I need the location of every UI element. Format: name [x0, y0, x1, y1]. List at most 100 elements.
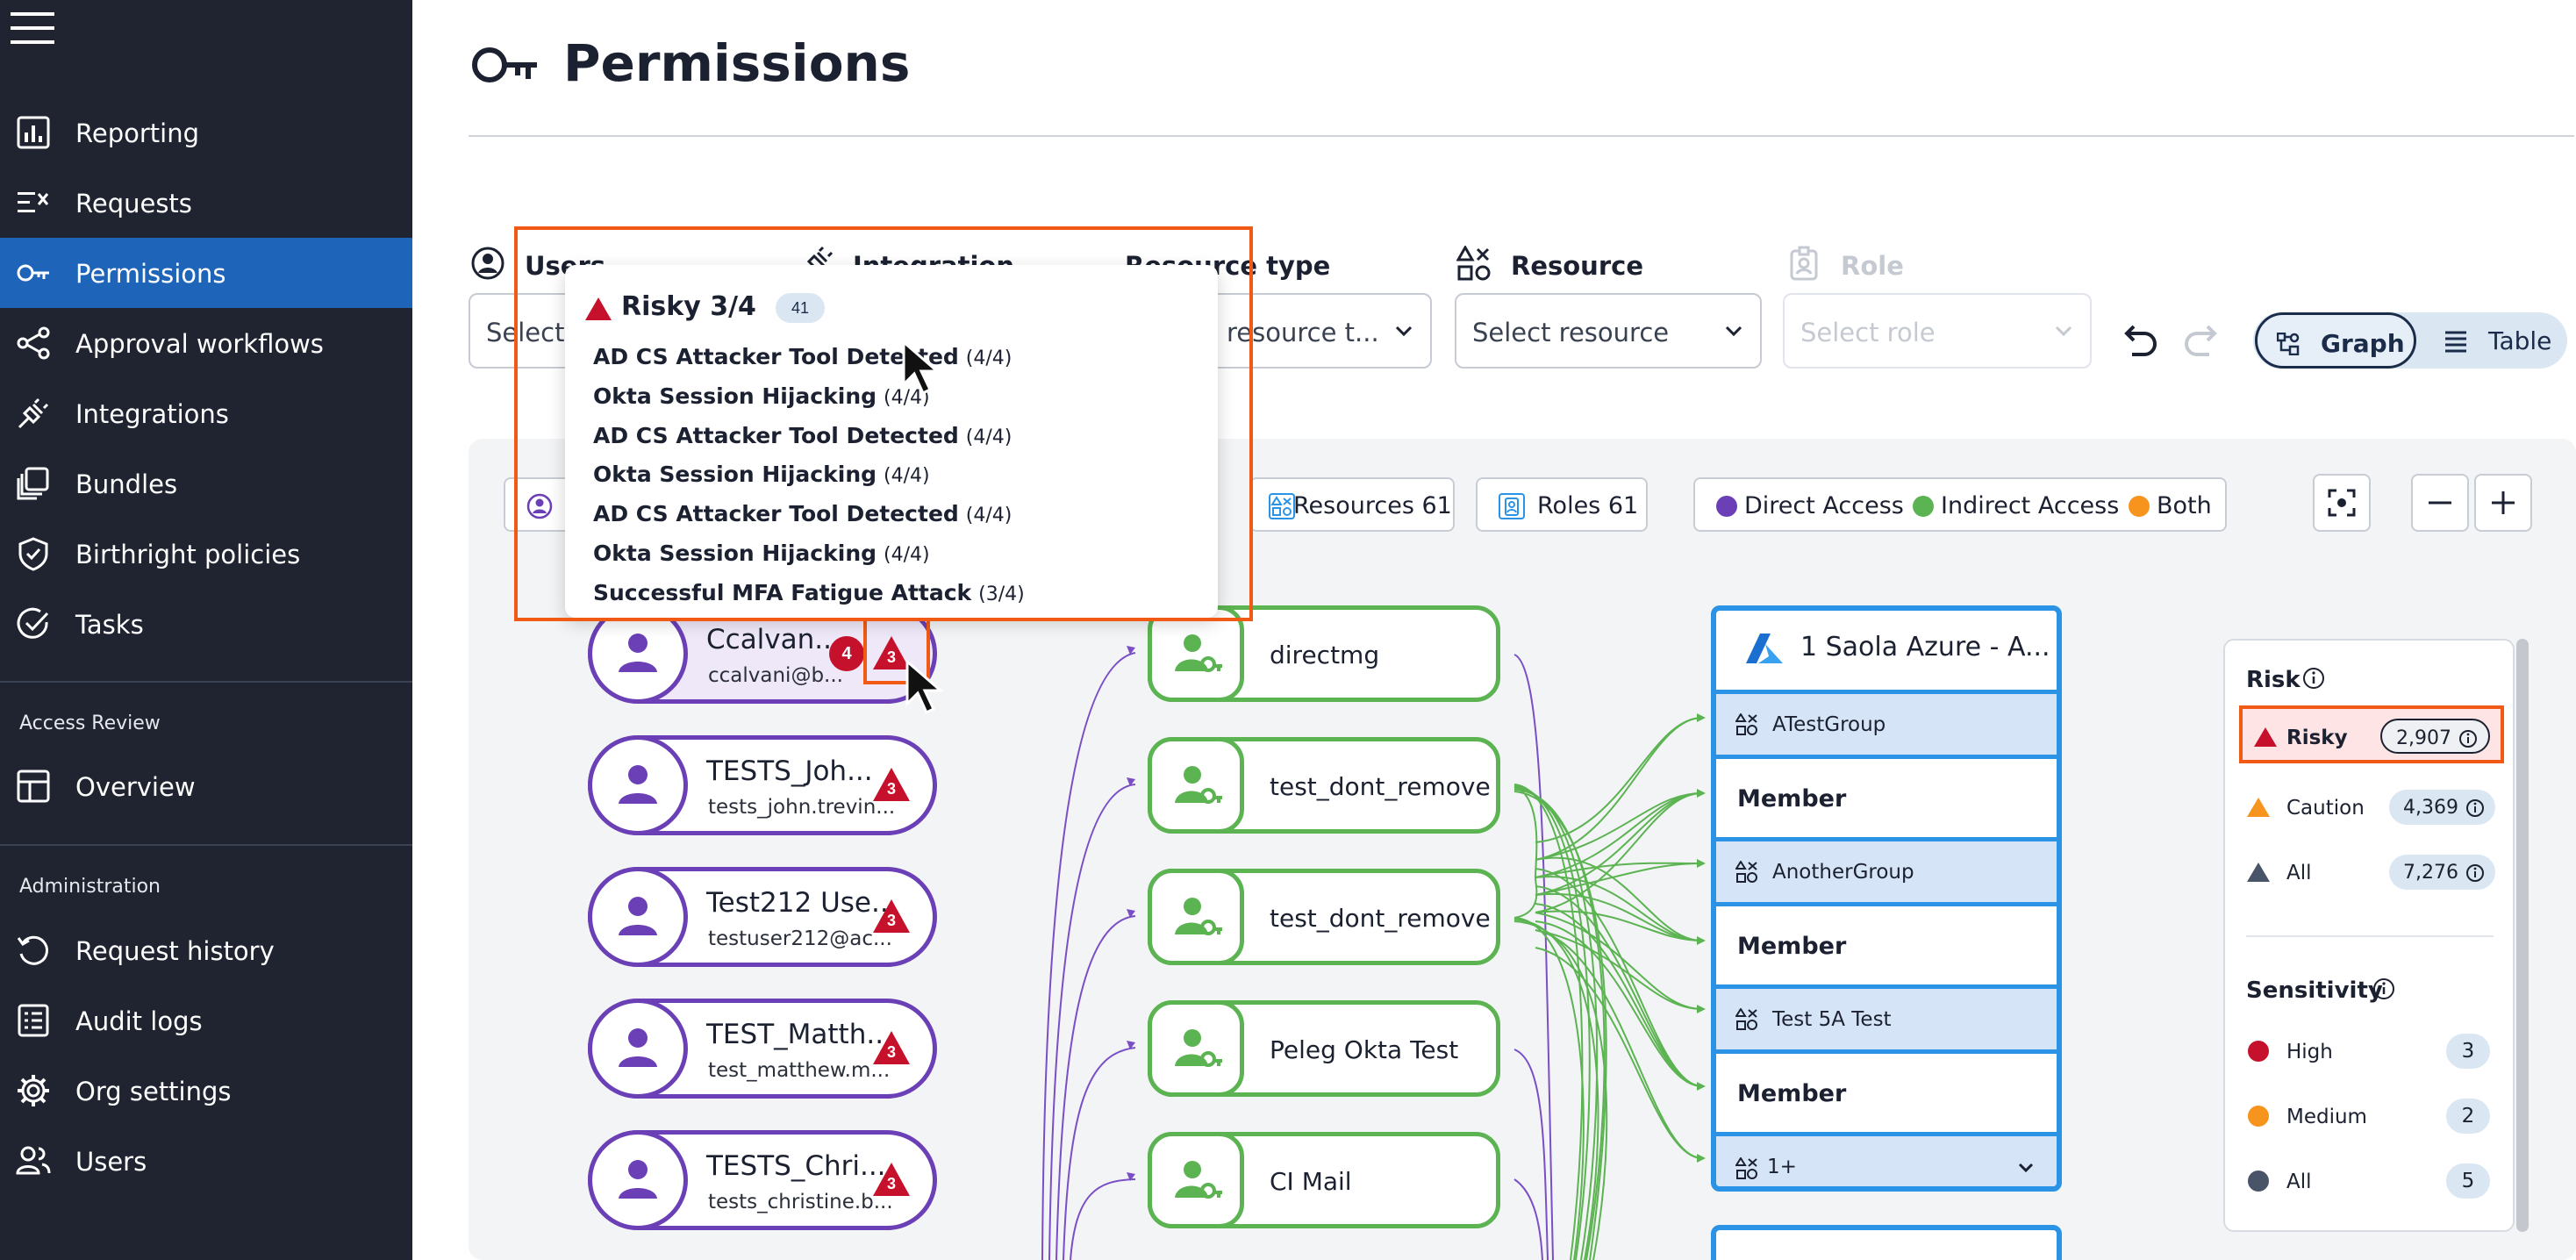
mouse-cursor-icon [902, 340, 941, 396]
all-triangle-icon [2247, 863, 2270, 882]
risk-count: 3 [886, 1175, 896, 1192]
caution-triangle-icon [2247, 798, 2270, 817]
sensitivity-dot-medium [2248, 1106, 2269, 1127]
panel-scrollbar[interactable] [2516, 639, 2529, 1232]
risk-filter-count-value: 4,369 [2403, 797, 2458, 819]
resource-more-label: 1+ [1767, 1156, 1797, 1178]
info-icon[interactable] [2372, 977, 2395, 1000]
user-avatar [588, 1130, 688, 1230]
resource-type-icon [1735, 1157, 1757, 1179]
resource-type-icon [1735, 861, 1757, 883]
user-email: test_matthew.m... [708, 1059, 891, 1082]
resource-role-name: Member [1737, 1080, 1847, 1107]
user-name: Ccalvan... [706, 624, 841, 655]
risk-filter-label: All [2286, 862, 2312, 884]
resource-card[interactable] [1711, 1225, 2062, 1260]
group-name: directmg [1270, 641, 1380, 669]
risk-count: 3 [886, 780, 896, 798]
risk-filter-all[interactable]: All 7,276 [2246, 851, 2501, 893]
resource-group-row[interactable]: AnotherGroup [1716, 837, 2057, 902]
group-name: CI Mail [1270, 1167, 1352, 1196]
resource-group-name: ATestGroup [1772, 713, 1886, 736]
resource-group-name: Test 5A Test [1772, 1008, 1892, 1031]
group-name: Peleg Okta Test [1270, 1035, 1459, 1064]
info-icon [2459, 730, 2477, 748]
group-node[interactable]: Peleg Okta Test [1148, 1000, 1500, 1097]
highlight-box [514, 226, 1253, 621]
user-avatar [588, 867, 688, 967]
group-node[interactable]: test_dont_remove [1148, 869, 1500, 965]
user-icon [619, 897, 657, 935]
resource-card[interactable]: 1 Saola Azure - A... ATestGroup Member A… [1711, 605, 2062, 1192]
risk-filter-count-value: 7,276 [2403, 862, 2458, 884]
risk-filter-count-value: 2,907 [2396, 727, 2451, 749]
risk-filter-label: Risky [2286, 727, 2348, 749]
user-icon [619, 634, 657, 672]
user-icon [619, 765, 657, 804]
user-key-icon [1175, 898, 1222, 935]
user-node[interactable]: Test212 Use... testuser212@ac... 3 [588, 867, 937, 967]
user-email: ccalvani@b... [708, 664, 843, 687]
user-name: Test212 Use... [706, 887, 898, 919]
resource-card-header: 1 Saola Azure - A... [1716, 611, 2057, 690]
resource-type-icon [1735, 1008, 1757, 1030]
user-email: tests_christine.b... [708, 1191, 893, 1213]
risk-warning-icon[interactable]: 3 [871, 898, 912, 934]
risk-title: Risk [2246, 667, 2301, 693]
resource-role-row[interactable]: Member [1716, 1049, 2057, 1132]
resource-group-row[interactable]: ATestGroup [1716, 690, 2057, 755]
user-key-icon [1175, 634, 1222, 672]
user-node[interactable]: TESTS_Joh... tests_john.trevin... 3 [588, 735, 937, 835]
group-avatar [1148, 1132, 1244, 1228]
resource-more-row[interactable]: 1+ [1716, 1132, 2057, 1186]
info-icon [2466, 799, 2484, 817]
user-name: TESTS_Chri... [706, 1150, 886, 1182]
resource-group-name: AnotherGroup [1772, 861, 1914, 884]
user-key-icon [1175, 1161, 1222, 1199]
risk-warning-icon[interactable]: 3 [871, 1029, 912, 1066]
sensitivity-count: 3 [2446, 1034, 2490, 1069]
user-node[interactable]: TESTS_Chri... tests_christine.b... 3 [588, 1130, 937, 1230]
resource-title: 1 Saola Azure - A... [1800, 632, 2050, 662]
user-node[interactable]: TEST_Matth... test_matthew.m... 3 [588, 999, 937, 1099]
risk-filter-label: Caution [2286, 797, 2365, 820]
risk-filter-risky[interactable]: Risky 2,907 [2239, 705, 2504, 763]
group-name: test_dont_remove [1270, 772, 1491, 801]
sensitivity-label: All [2286, 1171, 2312, 1193]
resource-type-icon [1735, 713, 1757, 735]
sensitivity-count: 2 [2446, 1099, 2490, 1134]
group-node[interactable]: test_dont_remove [1148, 737, 1500, 834]
risk-triangle-icon [2254, 727, 2277, 747]
info-icon[interactable] [2302, 667, 2325, 690]
group-avatar [1148, 869, 1244, 965]
risk-filter-count: 4,369 [2389, 790, 2495, 825]
azure-logo-icon [1746, 634, 1783, 663]
alert-count-badge[interactable]: 4 [829, 636, 864, 671]
group-avatar [1148, 1000, 1244, 1097]
resource-role-row[interactable]: Member [1716, 755, 2057, 837]
user-name: TESTS_Joh... [706, 755, 873, 787]
sensitivity-count: 5 [2446, 1163, 2490, 1199]
user-key-icon [1175, 766, 1222, 804]
user-avatar [588, 999, 688, 1099]
risk-filter-caution[interactable]: Caution 4,369 [2246, 786, 2501, 828]
sensitivity-filter-all[interactable]: All 5 [2246, 1160, 2501, 1202]
risk-warning-icon[interactable]: 3 [871, 1161, 912, 1198]
resource-role-row[interactable]: Member [1716, 902, 2057, 984]
sensitivity-title: Sensitivity [2246, 977, 2383, 1004]
sensitivity-dot-high [2248, 1041, 2269, 1062]
resource-group-row[interactable]: Test 5A Test [1716, 984, 2057, 1049]
group-name: test_dont_remove [1270, 904, 1491, 933]
user-avatar [588, 735, 688, 835]
panel-divider [2246, 935, 2494, 937]
resource-role-name: Member [1737, 933, 1847, 960]
risk-filter-count: 7,276 [2389, 855, 2495, 890]
risk-filter-panel: Risk Risky 2,907 Caution 4,369 All 7,276… [2223, 639, 2515, 1232]
risk-count: 3 [886, 912, 896, 929]
risk-warning-icon[interactable]: 3 [871, 766, 912, 803]
user-key-icon [1175, 1029, 1222, 1067]
user-icon [619, 1160, 657, 1199]
sensitivity-filter-high[interactable]: High 3 [2246, 1030, 2501, 1072]
sensitivity-filter-medium[interactable]: Medium 2 [2246, 1095, 2501, 1137]
group-node[interactable]: CI Mail [1148, 1132, 1500, 1228]
